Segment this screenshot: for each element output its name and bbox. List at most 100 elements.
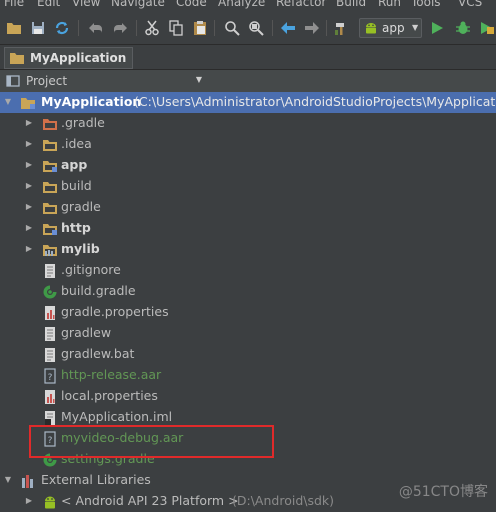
collapsed-arrow-icon[interactable]: ▶ [24, 202, 34, 212]
debug-bug-icon[interactable] [453, 18, 473, 38]
tree-item[interactable]: .gitignore [0, 260, 496, 281]
copy-icon[interactable] [166, 18, 186, 38]
collapsed-arrow-icon[interactable]: ▶ [24, 118, 34, 128]
tree-item[interactable]: gradlew.bat [0, 344, 496, 365]
run-configuration-select[interactable]: app ▼ [359, 18, 422, 38]
android-icon [45, 496, 55, 509]
tree-item[interactable]: ▶ build [0, 176, 496, 197]
module-folder-icon [43, 224, 57, 235]
menu-navigate[interactable]: Navigate [111, 0, 165, 9]
menu-file[interactable]: File [4, 0, 24, 9]
tree-item-label: .gitignore [61, 262, 121, 277]
tree-item-label: app [61, 157, 88, 172]
paste-icon[interactable] [190, 18, 210, 38]
menu-refactor[interactable]: Refactor [276, 0, 326, 9]
unknown-file-icon: ? [44, 368, 56, 384]
menu-tools[interactable]: Tools [411, 0, 441, 9]
navigation-bar: MyApplication [0, 45, 496, 70]
collapsed-arrow-icon[interactable]: ▶ [24, 244, 34, 254]
tree-item-label: gradlew [61, 325, 112, 340]
folder-icon [43, 182, 57, 193]
excluded-folder-icon [43, 119, 57, 130]
folder-icon [43, 203, 57, 214]
tree-item[interactable]: ▶ http [0, 218, 496, 239]
tree-item-label: http [61, 220, 91, 235]
watermark: @51CTO博客 [398, 484, 488, 500]
tree-item[interactable]: ? http-release.aar [0, 365, 496, 386]
project-view-icon [6, 75, 20, 87]
tree-item[interactable]: ▶ .gradle [0, 113, 496, 134]
save-icon[interactable] [28, 18, 48, 38]
tree-item[interactable]: ▶ gradle [0, 197, 496, 218]
external-libraries-label: External Libraries [41, 472, 151, 487]
collapsed-arrow-icon[interactable]: ▶ [24, 223, 34, 233]
sync-icon[interactable] [52, 18, 72, 38]
text-file-icon [45, 264, 55, 278]
tree-item-label: gradlew.bat [61, 346, 135, 361]
menu-edit[interactable]: Edit [37, 0, 60, 9]
folder-icon [43, 140, 57, 151]
text-file-icon [45, 327, 55, 341]
tree-item-label: .gradle [61, 115, 105, 130]
project-view-label: Project [26, 74, 68, 88]
text-file-icon [45, 348, 55, 362]
breadcrumb[interactable]: MyApplication [4, 47, 134, 69]
module-file-icon [45, 411, 55, 425]
project-pane-header: Project ▼ [0, 70, 496, 93]
open-folder-icon[interactable] [4, 18, 24, 38]
expanded-arrow-icon[interactable]: ▼ [3, 97, 13, 107]
menu-vcs[interactable]: VCS [458, 0, 482, 9]
tree-item-label: build [61, 178, 92, 193]
tree-root-row[interactable]: ▼ MyApplication (C:\Users\Administrator\… [0, 92, 496, 113]
collapsed-arrow-icon[interactable]: ▶ [24, 496, 34, 506]
tree-item-label: gradle [61, 199, 101, 214]
undo-icon[interactable] [86, 18, 106, 38]
find-icon[interactable] [222, 18, 242, 38]
library-module-folder-icon [43, 245, 57, 256]
tree-item[interactable]: ▶ mylib [0, 239, 496, 260]
tree-item-label: mylib [61, 241, 100, 256]
collapsed-arrow-icon[interactable]: ▶ [24, 160, 34, 170]
tree-item[interactable]: local.properties [0, 386, 496, 407]
tree-item[interactable]: gradlew [0, 323, 496, 344]
libraries-icon [22, 475, 33, 488]
tree-item-label: local.properties [61, 388, 158, 403]
menu-analyze[interactable]: Analyze [218, 0, 265, 9]
root-project-path: (C:\Users\Administrator\AndroidStudioPro… [134, 94, 496, 109]
sdk-name: < Android API 23 Platform > [61, 493, 239, 508]
tree-item-label: .idea [61, 136, 92, 151]
coverage-icon[interactable] [477, 18, 496, 38]
collapsed-arrow-icon[interactable]: ▶ [24, 181, 34, 191]
tree-item-label: MyApplication.iml [61, 409, 173, 424]
menu-build[interactable]: Build [336, 0, 366, 9]
project-view-select[interactable]: Project ▼ [6, 72, 204, 90]
forward-arrow-icon[interactable] [302, 18, 322, 38]
properties-file-icon [45, 390, 55, 404]
cut-icon[interactable] [142, 18, 162, 38]
tree-item[interactable]: build.gradle [0, 281, 496, 302]
collapsed-arrow-icon[interactable]: ▶ [24, 139, 34, 149]
build-hammer-icon[interactable] [332, 18, 352, 38]
menu-view[interactable]: View [72, 0, 100, 9]
root-project-name: MyApplication [41, 94, 142, 109]
redo-icon[interactable] [110, 18, 130, 38]
tree-item[interactable]: gradle.properties [0, 302, 496, 323]
gradle-file-icon [43, 285, 57, 299]
menu-bar: File Edit View Navigate Code Analyze Ref… [0, 0, 496, 12]
tree-item[interactable]: ▶ app [0, 155, 496, 176]
menu-run[interactable]: Run [378, 0, 401, 9]
run-configuration-label: app [382, 21, 405, 35]
tree-item-label: gradle.properties [61, 304, 169, 319]
replace-icon[interactable] [246, 18, 266, 38]
chevron-down-icon: ▼ [412, 23, 419, 32]
project-folder-icon [10, 53, 24, 64]
tree-item-label: http-release.aar [61, 367, 162, 382]
expanded-arrow-icon[interactable]: ▼ [3, 475, 13, 485]
sdk-path: (D:\Android\sdk) [232, 493, 335, 508]
run-icon[interactable] [427, 18, 447, 38]
tree-item-label: build.gradle [61, 283, 136, 298]
highlight-annotation-box [29, 425, 274, 458]
tree-item[interactable]: ▶ .idea [0, 134, 496, 155]
back-arrow-icon[interactable] [278, 18, 298, 38]
menu-code[interactable]: Code [176, 0, 207, 9]
